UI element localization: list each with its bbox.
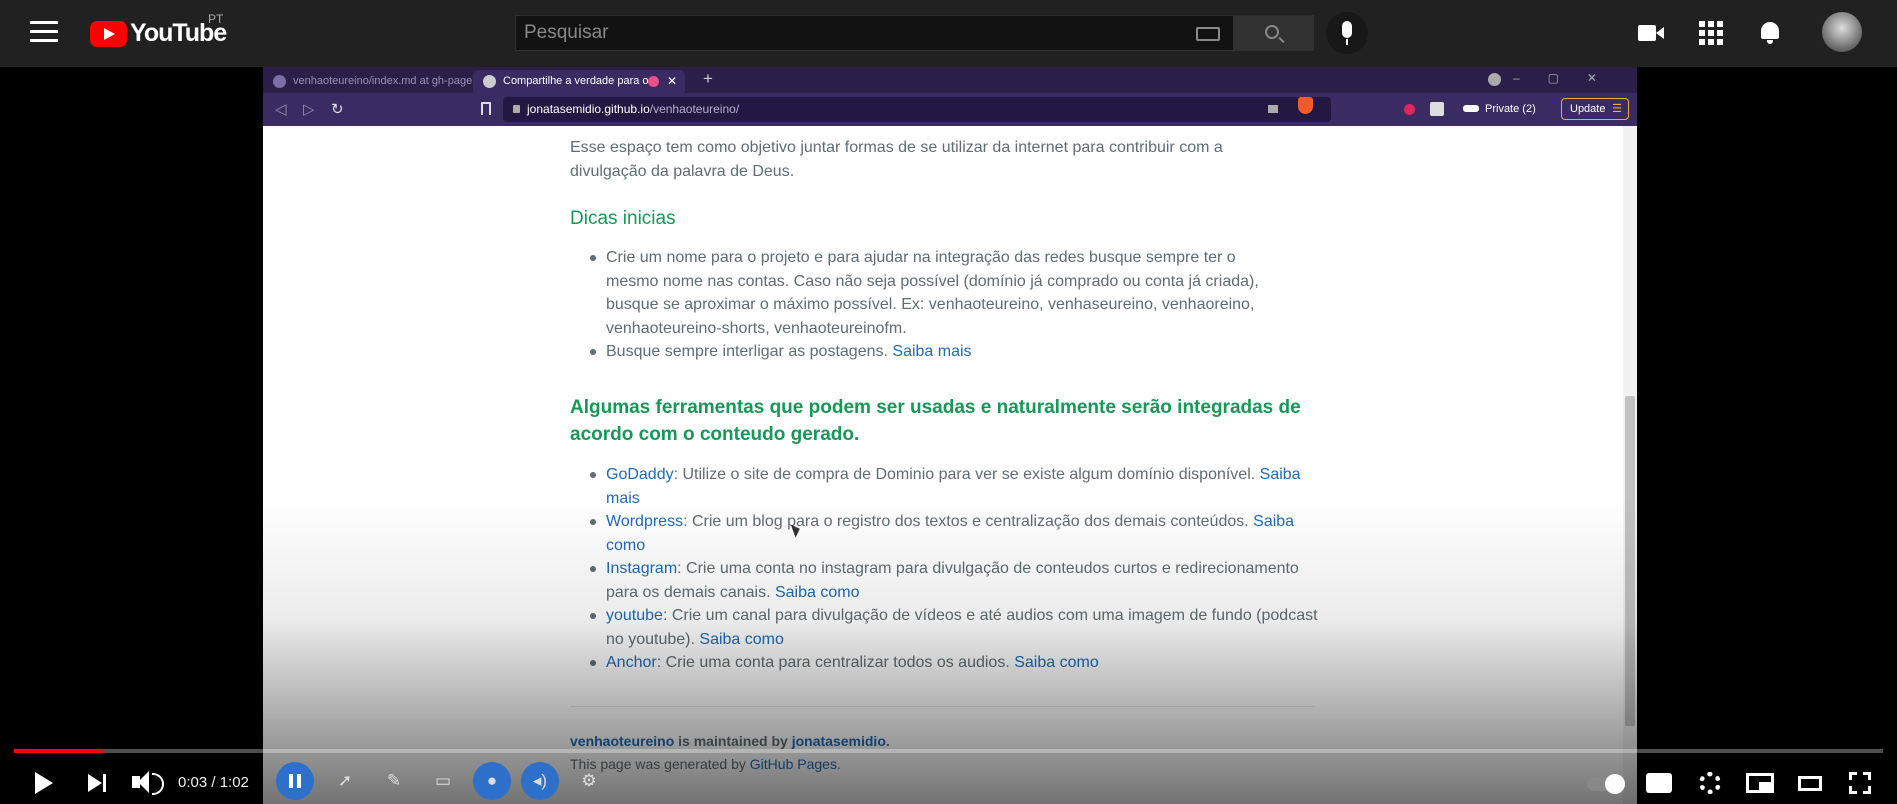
search-input[interactable] [516,16,1176,50]
intro-text: Esse espaço tem como objetivo juntar for… [570,139,1223,180]
autoplay-toggle[interactable] [1587,764,1627,800]
voice-search-button[interactable] [1326,12,1368,54]
camera-icon[interactable]: ▭ [424,762,462,800]
tab-label: Compartilhe a verdade para o [503,75,649,87]
youtube-header: YouTube PT [0,0,1897,67]
youtube-link[interactable]: youtube [606,607,663,624]
update-button[interactable]: Update [1561,98,1629,120]
heading-dicas: Dicas inicias [570,208,676,229]
search-button[interactable] [1234,15,1314,51]
saiba-como-link[interactable]: Saiba como [775,584,860,601]
footer-maintained: venhaoteureino is maintained by jonatase… [570,733,890,749]
captions-icon[interactable] [1644,764,1674,800]
dicas-list: Crie um nome para o projeto e para ajuda… [570,246,1290,364]
private-window-badge[interactable]: Private (2) [1463,99,1536,119]
progress-bar[interactable] [14,749,1883,753]
create-video-icon[interactable] [1638,20,1664,46]
repo-link[interactable]: venhaoteureino [570,733,674,749]
play-icon[interactable] [26,764,62,800]
lock-icon [513,105,520,113]
pen-icon[interactable]: ✎ [375,762,413,800]
web-page: Esse espaço tem como objetivo juntar for… [263,126,1623,804]
bell-icon[interactable] [1757,20,1783,46]
window-controls[interactable]: –▢✕ [1513,71,1625,85]
progress-played [14,749,105,753]
menu-icon[interactable] [30,21,58,43]
list-item: Crie um nome para o projeto e para ajuda… [570,246,1290,340]
recording-icon [648,76,659,87]
list-item: Wordpress: Crie um blog para o registro … [570,510,1330,557]
youtube-logo[interactable]: YouTube PT [90,12,227,48]
brave-shield-icon[interactable] [1298,97,1313,114]
camera-permission-icon[interactable] [1268,105,1278,113]
pause-icon[interactable] [276,762,314,800]
divider [570,706,1315,707]
apps-icon[interactable] [1698,20,1724,46]
tab-label: venhaoteureino/index.md at gh-page [293,75,473,87]
url-host: jonatasemidio.github.io [527,102,650,116]
globe-icon [483,75,496,88]
list-item: Anchor: Crie uma conta para centralizar … [570,651,1330,675]
heading-ferramentas: Algumas ferramentas que podem ser usadas… [570,397,1301,445]
next-icon[interactable] [80,764,116,800]
list-item: youtube: Crie um canal para divulgação d… [570,604,1330,651]
browser-tab-active[interactable]: Compartilhe a verdade para o ✕ [473,70,685,93]
address-bar[interactable]: jonatasemidio.github.io/venhaoteureino/ [503,97,1331,122]
extensions-icon[interactable] [1430,102,1444,116]
saiba-como-link[interactable]: Saiba como [1014,654,1099,671]
settings-gear-icon[interactable] [1696,764,1724,800]
speaker-icon[interactable]: ◂) [521,762,559,800]
bookmark-icon[interactable] [481,102,491,115]
search-icon [1265,25,1279,39]
theater-icon[interactable] [1796,764,1824,800]
list-item: Instagram: Crie uma conta no instagram p… [570,557,1330,604]
avatar[interactable] [1822,12,1862,52]
search-box [515,15,1234,51]
forward-icon[interactable]: ▷ [303,100,315,118]
player-controls: 0:03 / 1:02 ➚ ✎ ▭ ● ◂) ⚙ [0,757,1897,804]
page-scrollbar[interactable] [1623,126,1637,804]
keyboard-icon[interactable] [1196,27,1220,41]
reload-icon[interactable]: ↻ [331,100,344,118]
time-display: 0:03 / 1:02 [178,774,249,791]
recorded-browser-window: venhaoteureino/index.md at gh-page Compa… [263,67,1637,804]
microphone-icon[interactable]: ● [473,762,511,800]
gear-icon[interactable]: ⚙ [570,762,608,800]
saiba-mais-link[interactable]: Saiba mais [892,343,971,360]
anchor-link[interactable]: Anchor [606,654,657,671]
country-code: PT [208,12,224,26]
back-icon[interactable]: ◁ [275,100,287,118]
instagram-link[interactable]: Instagram [606,560,677,577]
new-tab-icon[interactable]: + [703,69,713,89]
close-tab-icon[interactable]: ✕ [667,70,677,93]
recording-extension-icon[interactable] [1404,104,1415,115]
browser-tab[interactable]: venhaoteureino/index.md at gh-page [263,70,473,93]
mic-icon [1342,21,1352,38]
ferramentas-list: GoDaddy: Utilize o site de compra de Dom… [570,463,1330,675]
pointer-icon[interactable]: ➚ [326,762,364,800]
list-item: GoDaddy: Utilize o site de compra de Dom… [570,463,1330,510]
scrollbar-thumb[interactable] [1625,396,1635,726]
saiba-como-link[interactable]: Saiba como [699,631,784,648]
url-path: /venhaoteureino/ [649,102,740,116]
miniplayer-icon[interactable] [1745,764,1775,800]
fullscreen-icon[interactable] [1846,764,1874,800]
tab-search-icon[interactable] [1488,73,1501,86]
wordpress-link[interactable]: Wordpress [606,513,683,530]
author-link[interactable]: jonatasemidio [792,733,886,749]
github-icon [273,75,286,88]
list-item: Busque sempre interligar as postagens. S… [570,340,1290,364]
youtube-play-logo-icon [90,20,127,47]
browser-tab-bar: venhaoteureino/index.md at gh-page Compa… [263,67,1637,93]
godaddy-link[interactable]: GoDaddy [606,466,674,483]
video-player[interactable]: venhaoteureino/index.md at gh-page Compa… [0,67,1897,804]
